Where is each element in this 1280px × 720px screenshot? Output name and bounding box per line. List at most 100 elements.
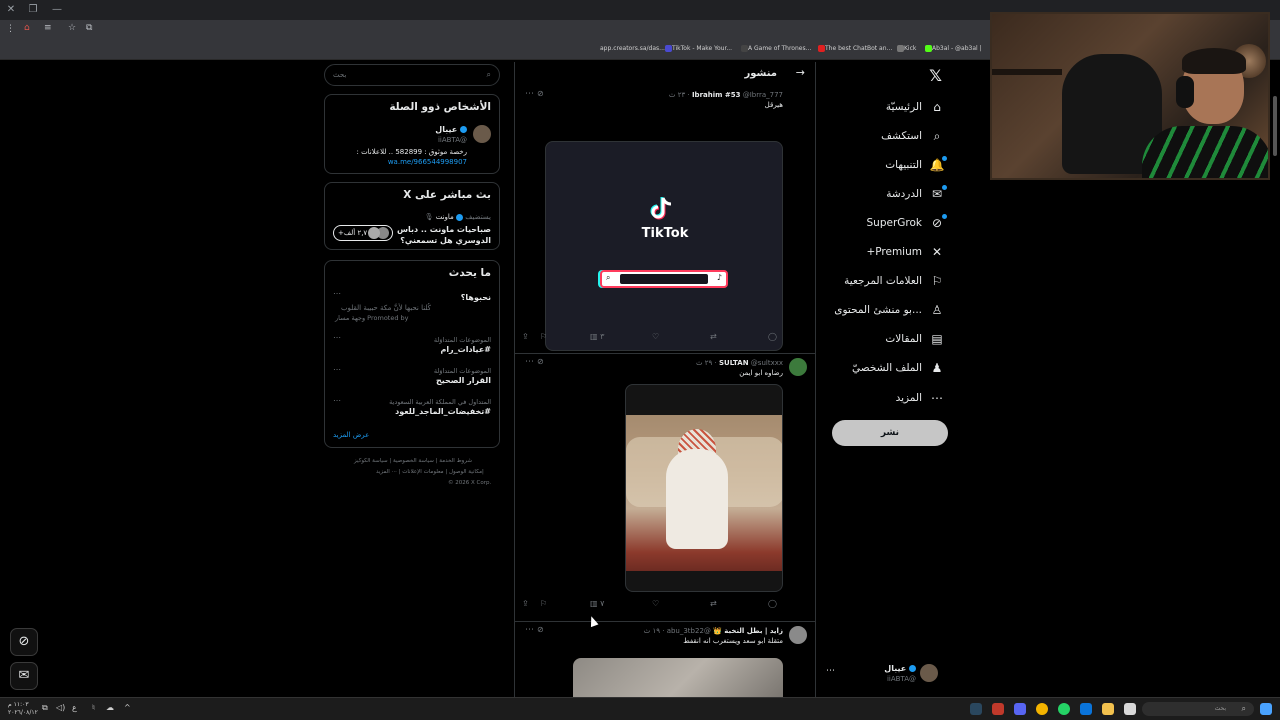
more-options-icon[interactable]: ⋯: [333, 365, 341, 374]
discord-icon[interactable]: [1014, 703, 1026, 715]
bookmark-item[interactable]: Ab3al - @ab3al |: [922, 45, 982, 52]
like-icon[interactable]: ♡: [652, 599, 659, 608]
related-name[interactable]: عيبال: [435, 125, 467, 134]
related-bio-link[interactable]: wa.me/966544998907: [388, 158, 467, 166]
tweet-time[interactable]: ١٩ ث: [644, 627, 660, 635]
bookmark-item[interactable]: TikTok - Make Your...: [662, 45, 732, 52]
mic-icon[interactable]: ♮: [92, 703, 95, 712]
tweet-author-name[interactable]: Ibrahim #53: [692, 91, 741, 99]
nav-item[interactable]: ▤ المقالات: [885, 328, 944, 350]
tweet-media[interactable]: [625, 384, 783, 592]
page-scrollbar[interactable]: [1273, 96, 1277, 156]
x-logo-icon[interactable]: 𝕏: [929, 66, 942, 85]
app-icon[interactable]: [992, 703, 1004, 715]
live-listeners-pill[interactable]: +٢,٧ ألف: [333, 225, 393, 241]
steam-icon[interactable]: [970, 703, 982, 715]
whatsapp-icon[interactable]: [1058, 703, 1070, 715]
share-icon[interactable]: ⇪: [522, 332, 529, 341]
chrome-icon[interactable]: [1036, 703, 1048, 715]
nav-item[interactable]: ♟ الملف الشخصيّ: [852, 357, 944, 379]
mail-app-icon[interactable]: [1080, 703, 1092, 715]
star-icon[interactable]: ☆: [68, 23, 76, 33]
like-icon[interactable]: ♡: [652, 332, 659, 341]
close-window-icon[interactable]: ✕: [4, 3, 18, 17]
file-explorer-icon[interactable]: [1102, 703, 1114, 715]
tweet-card[interactable]: ⋯ ⊘ SULTAN @sultxxx · ٢٩ ث رضاوه ابو ايم…: [515, 354, 815, 622]
store-icon[interactable]: [1124, 703, 1136, 715]
restore-window-icon[interactable]: ❐: [26, 3, 40, 17]
trend-topic[interactable]: #عيادات_رام: [440, 345, 491, 354]
grok-floating-button[interactable]: ⊘: [10, 628, 38, 656]
account-switcher[interactable]: ⋯ عيبال @iiABTA: [824, 662, 944, 686]
notification-icon[interactable]: ⧉: [42, 703, 48, 713]
search-input[interactable]: ⌕ بحث: [324, 64, 500, 86]
bookmark-item[interactable]: Kick: [894, 45, 916, 52]
bookmark-item[interactable]: A Game of Thrones...: [738, 45, 811, 52]
more-options-icon[interactable]: ⋯: [333, 396, 341, 405]
nav-item[interactable]: ⌂ الرئيسيّة: [886, 96, 944, 118]
bookmark-item[interactable]: app.creators.sa/das...: [600, 45, 665, 52]
show-more-link[interactable]: عرض المزيد: [333, 431, 369, 439]
more-options-icon[interactable]: ⋯: [826, 666, 835, 676]
grok-icon[interactable]: ⊘: [537, 357, 544, 366]
trend-topic[interactable]: نحبوها؟: [461, 293, 491, 302]
avatar[interactable]: [473, 125, 491, 143]
nav-item[interactable]: ✕ Premium+: [866, 241, 944, 263]
extension-icon[interactable]: ⌂: [24, 23, 30, 33]
cloud-icon[interactable]: ☁: [106, 703, 114, 712]
grok-icon[interactable]: ⊘: [537, 625, 544, 634]
chevron-up-icon[interactable]: ^: [124, 703, 131, 712]
repost-icon[interactable]: ⇄: [710, 599, 717, 608]
taskbar-search-input[interactable]: بحث ⌕: [1142, 702, 1254, 716]
bookmark-item[interactable]: The best ChatBot an...: [815, 45, 892, 52]
tweet-card[interactable]: ⋯ ⊘ Ibrahim #53 @Ibrra_777 · ٢٣ ث هيرقل …: [515, 86, 815, 354]
windows-start-icon[interactable]: [1260, 703, 1272, 715]
avatar[interactable]: [789, 358, 807, 376]
nav-item[interactable]: ⋯ المزيد: [896, 387, 944, 409]
views-icon[interactable]: ▥ ٣: [590, 332, 604, 341]
related-handle[interactable]: @iiABTA: [438, 136, 467, 144]
tweet-author-handle[interactable]: @Ibrra_777: [743, 91, 783, 99]
bookmark-icon[interactable]: ⚐: [540, 332, 547, 341]
more-options-icon[interactable]: ⋯: [333, 289, 341, 298]
tweet-author-name[interactable]: زايد | بطل النخبة 👑: [713, 627, 783, 635]
tweet-author-handle[interactable]: @sultxxx: [751, 359, 783, 367]
bookmark-icon[interactable]: ⚐: [540, 599, 547, 608]
footer-row1[interactable]: شروط الخدمة | سياسة الخصوصية | سياسة الك…: [354, 458, 472, 464]
repost-icon[interactable]: ⇄: [710, 332, 717, 341]
tweet-card[interactable]: ⋯ ⊘ زايد | بطل النخبة 👑 @abu_3tb22 · ١٩ …: [515, 622, 815, 700]
grok-icon[interactable]: ⊘: [537, 89, 544, 98]
volume-icon[interactable]: ◁): [56, 703, 65, 712]
nav-item[interactable]: ⚐ العلامات المرجعية: [844, 270, 944, 292]
tweet-media[interactable]: [573, 658, 783, 700]
tweet-media[interactable]: TikTok ⌕ ♪: [545, 141, 783, 351]
nav-item[interactable]: 🔔 التنبيهات: [885, 154, 947, 176]
back-arrow-icon[interactable]: →: [796, 66, 805, 79]
reply-icon[interactable]: ◯: [768, 332, 777, 341]
more-options-icon[interactable]: ⋯: [525, 625, 534, 635]
menu-dots-icon[interactable]: ⋮: [6, 24, 15, 34]
nav-item[interactable]: ⌕ استكشف: [881, 125, 944, 147]
nav-item[interactable]: ⊘ SuperGrok: [867, 212, 947, 234]
views-icon[interactable]: ▥ ٧: [590, 599, 604, 608]
trend-topic[interactable]: القرار الصحيح: [436, 376, 491, 385]
more-options-icon[interactable]: ⋯: [525, 357, 534, 367]
more-options-icon[interactable]: ⋯: [525, 89, 534, 99]
tweet-time[interactable]: ٢٩ ث: [696, 359, 712, 367]
avatar[interactable]: [789, 626, 807, 644]
taskbar-clock[interactable]: ١١:٠٣ م ٢٠٢٦/٠٨/١٢: [8, 701, 38, 717]
trend-topic[interactable]: #تخفيضات_الماجد_للعود: [395, 407, 491, 416]
share-icon[interactable]: ⇪: [522, 599, 529, 608]
footer-row2[interactable]: إمكانية الوصول | معلومات الإعلانات | ···…: [376, 469, 484, 475]
messages-floating-button[interactable]: ✉: [10, 662, 38, 690]
reply-icon[interactable]: ◯: [768, 599, 777, 608]
post-button[interactable]: نشر: [832, 420, 948, 446]
language-indicator[interactable]: ع: [72, 703, 77, 712]
tab-search-icon[interactable]: ≡: [44, 23, 52, 33]
nav-item[interactable]: ✉ الدردشة: [886, 183, 947, 205]
minimize-window-icon[interactable]: —: [50, 3, 64, 17]
tweet-time[interactable]: ٢٣ ث: [669, 91, 685, 99]
nav-item[interactable]: ♙ ...بو منشئ المحتوى: [834, 299, 944, 321]
more-options-icon[interactable]: ⋯: [333, 333, 341, 342]
install-app-icon[interactable]: ⧉: [86, 23, 92, 33]
